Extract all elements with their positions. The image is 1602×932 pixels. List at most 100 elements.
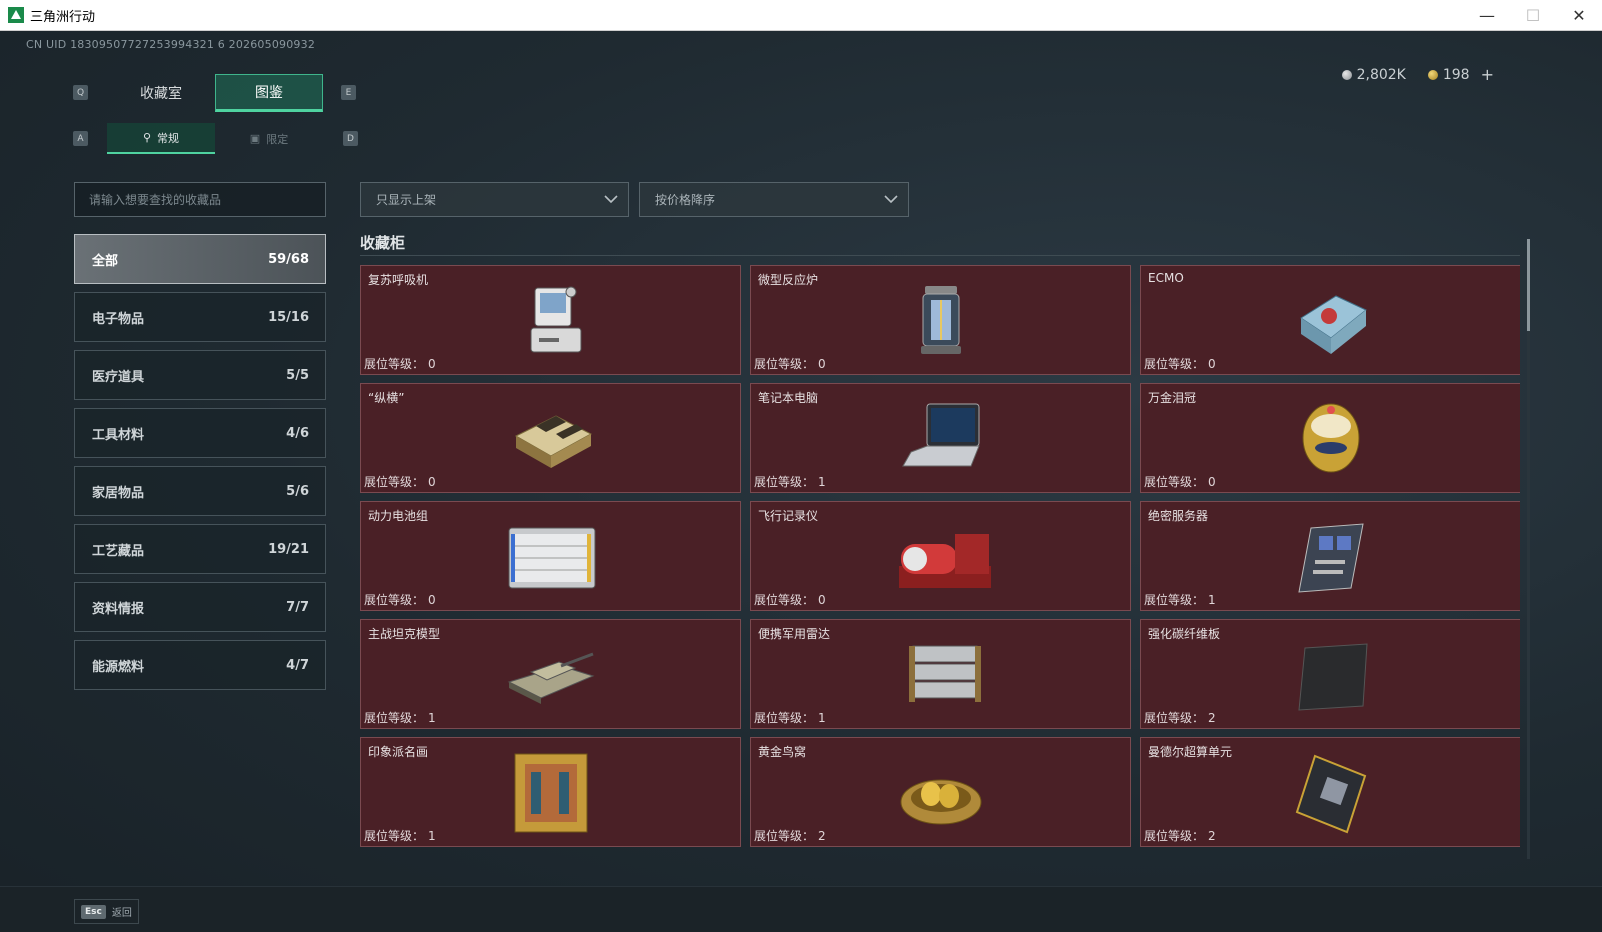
item-card-radar[interactable]: 便携军用雷达 展位等级： 1: [750, 619, 1131, 729]
level-value: 0: [818, 357, 826, 371]
category-count: 5/5: [286, 367, 309, 383]
level-label: 展位等级：: [364, 357, 425, 371]
ventilator-icon: [530, 286, 582, 353]
silver-coin-icon: [1341, 69, 1352, 80]
minimize-button[interactable]: —: [1464, 0, 1510, 31]
radar-icon: [909, 645, 981, 702]
item-card-laptop[interactable]: 笔记本电脑 展位等级： 1: [750, 383, 1131, 493]
search-input[interactable]: 请输入想要查找的收藏品: [74, 182, 326, 217]
item-level: 展位等级： 1: [754, 709, 826, 726]
silver-currency: 2,802K: [1341, 67, 1406, 83]
flight-recorder-icon: [899, 534, 991, 588]
collection-grid: 复苏呼吸机 展位等级： 0 微型反应炉 展位等级： 0 ECMO 展位等级： 0…: [360, 265, 1520, 847]
key-hint-q: Q: [73, 85, 88, 100]
tab-regular[interactable]: ⚲ 常规: [107, 123, 215, 154]
item-card-ventilator[interactable]: 复苏呼吸机 展位等级： 0: [360, 265, 741, 375]
gold-coin-icon: [1427, 69, 1438, 80]
tab-regular-label: 常规: [157, 131, 180, 145]
game-window: CN UID 18309507727253994321 6 2026050909…: [0, 31, 1602, 932]
category-count: 7/7: [286, 599, 309, 615]
top-tabs: 收藏室 图鉴: [107, 74, 323, 112]
scrollbar-thumb[interactable]: [1527, 239, 1530, 331]
level-label: 展位等级：: [1144, 829, 1205, 843]
item-name: 印象派名画: [368, 745, 429, 759]
back-label: 返回: [111, 908, 132, 919]
item-card-battery[interactable]: 动力电池组 展位等级： 0: [360, 501, 741, 611]
item-level: 展位等级： 2: [754, 827, 826, 844]
sort-dropdown[interactable]: 按价格降序: [639, 182, 909, 217]
item-name: 绝密服务器: [1148, 509, 1209, 523]
back-button[interactable]: Esc 返回: [74, 899, 139, 924]
maximize-button[interactable]: ☐: [1510, 0, 1556, 31]
server-icon: [1298, 523, 1364, 593]
item-card-carbon-plate[interactable]: 强化碳纤维板 展位等级： 2: [1140, 619, 1520, 729]
category-electronics[interactable]: 电子物品 15/16: [74, 292, 326, 342]
level-value: 2: [1208, 711, 1216, 725]
category-crafts[interactable]: 工艺藏品 19/21: [74, 524, 326, 574]
battery-pack-icon: [508, 527, 596, 589]
level-label: 展位等级：: [754, 829, 815, 843]
close-button[interactable]: ✕: [1556, 0, 1602, 31]
item-level: 展位等级： 2: [1144, 709, 1216, 726]
level-value: 0: [1208, 357, 1216, 371]
sort-value: 按价格降序: [655, 193, 716, 207]
item-name: 笔记本电脑: [758, 391, 819, 405]
esc-key: Esc: [81, 904, 106, 919]
item-card-compute-unit[interactable]: 曼德尔超算单元 展位等级： 2: [1140, 737, 1520, 847]
item-card-flight-recorder[interactable]: 飞行记录仪 展位等级： 0: [750, 501, 1131, 611]
item-card-server[interactable]: 绝密服务器 展位等级： 1: [1140, 501, 1520, 611]
image-icon: ▣: [249, 132, 261, 145]
level-label: 展位等级：: [1144, 711, 1205, 725]
sub-tabs: ⚲ 常规 ▣ 限定: [107, 123, 323, 154]
key-hint-d: D: [343, 131, 358, 146]
item-level: 展位等级： 0: [364, 355, 436, 372]
category-medical[interactable]: 医疗道具 5/5: [74, 350, 326, 400]
add-currency-button[interactable]: +: [1481, 65, 1494, 84]
item-card-jewel-egg[interactable]: 万金泪冠 展位等级： 0: [1140, 383, 1520, 493]
tank-model-icon: [507, 652, 595, 704]
item-card-painting[interactable]: 印象派名画 展位等级： 1: [360, 737, 741, 847]
item-card-chess[interactable]: “纵横” 展位等级： 0: [360, 383, 741, 493]
level-value: 0: [818, 593, 826, 607]
display-filter-value: 只显示上架: [376, 193, 437, 207]
tab-codex[interactable]: 图鉴: [215, 74, 323, 112]
category-label: 全部: [92, 253, 119, 269]
item-level: 展位等级： 1: [754, 473, 826, 490]
level-label: 展位等级：: [754, 357, 815, 371]
tab-collection-room[interactable]: 收藏室: [107, 74, 215, 112]
level-value: 1: [818, 475, 826, 489]
item-name: “纵横”: [368, 391, 405, 405]
category-household[interactable]: 家居物品 5/6: [74, 466, 326, 516]
category-label: 能源燃料: [92, 659, 145, 675]
item-card-golden-nest[interactable]: 黄金鸟窝 展位等级： 2: [750, 737, 1131, 847]
app-logo-icon: [8, 7, 24, 23]
section-divider: [360, 255, 1520, 256]
item-level: 展位等级： 1: [364, 827, 436, 844]
category-count: 5/6: [286, 483, 309, 499]
category-count: 15/16: [268, 309, 309, 325]
level-label: 展位等级：: [364, 829, 425, 843]
item-level: 展位等级： 2: [1144, 827, 1216, 844]
item-name: 复苏呼吸机: [368, 273, 429, 287]
item-name: ECMO: [1148, 271, 1184, 285]
item-card-tank[interactable]: 主战坦克模型 展位等级： 1: [360, 619, 741, 729]
category-tools[interactable]: 工具材料 4/6: [74, 408, 326, 458]
category-energy[interactable]: 能源燃料 4/7: [74, 640, 326, 690]
item-level: 展位等级： 1: [1144, 591, 1216, 608]
uid-text: CN UID 18309507727253994321 6 2026050909…: [26, 38, 316, 51]
item-level: 展位等级： 1: [364, 709, 436, 726]
gold-currency: 198 +: [1427, 65, 1494, 84]
display-filter-dropdown[interactable]: 只显示上架: [360, 182, 629, 217]
level-value: 0: [428, 357, 436, 371]
item-name: 微型反应炉: [758, 273, 819, 287]
category-intel[interactable]: 资料情报 7/7: [74, 582, 326, 632]
level-value: 0: [1208, 475, 1216, 489]
item-name: 主战坦克模型: [368, 627, 441, 641]
grid-scrollbar[interactable]: [1527, 239, 1530, 859]
item-card-ecmo[interactable]: ECMO 展位等级： 0: [1140, 265, 1520, 375]
tab-limited[interactable]: ▣ 限定: [215, 123, 323, 154]
key-hint-e: E: [341, 85, 356, 100]
item-card-reactor[interactable]: 微型反应炉 展位等级： 0: [750, 265, 1131, 375]
item-name: 强化碳纤维板: [1148, 627, 1221, 641]
category-all[interactable]: 全部 59/68: [74, 234, 326, 284]
